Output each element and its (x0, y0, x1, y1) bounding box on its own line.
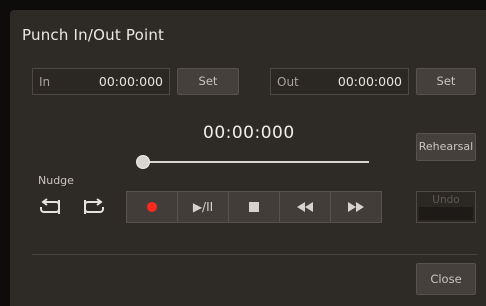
undo-button[interactable]: Undo (416, 191, 476, 223)
fast-forward-button[interactable] (331, 192, 381, 222)
punch-out-field[interactable]: Out 00:00:000 (270, 68, 409, 95)
position-slider-knob[interactable] (136, 155, 150, 169)
transport-bar: ▶/II (126, 191, 382, 223)
punch-in-field[interactable]: In 00:00:000 (32, 68, 170, 95)
nudge-label: Nudge (38, 174, 74, 187)
play-pause-button[interactable]: ▶/II (178, 192, 229, 222)
record-button[interactable] (127, 192, 178, 222)
dialog-title: Punch In/Out Point (22, 26, 165, 44)
rewind-icon (297, 202, 313, 212)
punch-out-label: Out (277, 75, 299, 89)
divider (32, 254, 478, 255)
close-button[interactable]: Close (416, 263, 476, 295)
punch-out-value: 00:00:000 (337, 74, 402, 89)
punch-in-set-button[interactable]: Set (177, 68, 239, 95)
punch-in-out-dialog (10, 10, 486, 306)
time-display: 00:00:000 (203, 123, 295, 143)
punch-in-label: In (39, 75, 51, 89)
position-slider-track[interactable] (143, 161, 369, 163)
record-icon (147, 202, 157, 212)
nudge-back-icon[interactable] (38, 197, 62, 217)
stop-button[interactable] (229, 192, 280, 222)
rewind-button[interactable] (280, 192, 331, 222)
rehearsal-button[interactable]: Rehearsal (416, 133, 476, 161)
stop-icon (249, 202, 259, 212)
undo-label: Undo (432, 194, 460, 206)
punch-in-value: 00:00:000 (98, 74, 163, 89)
play-pause-icon: ▶/II (192, 200, 214, 214)
nudge-forward-icon[interactable] (82, 197, 106, 217)
undo-indicator (419, 207, 473, 220)
punch-out-set-button[interactable]: Set (416, 68, 476, 95)
fast-forward-icon (348, 202, 364, 212)
